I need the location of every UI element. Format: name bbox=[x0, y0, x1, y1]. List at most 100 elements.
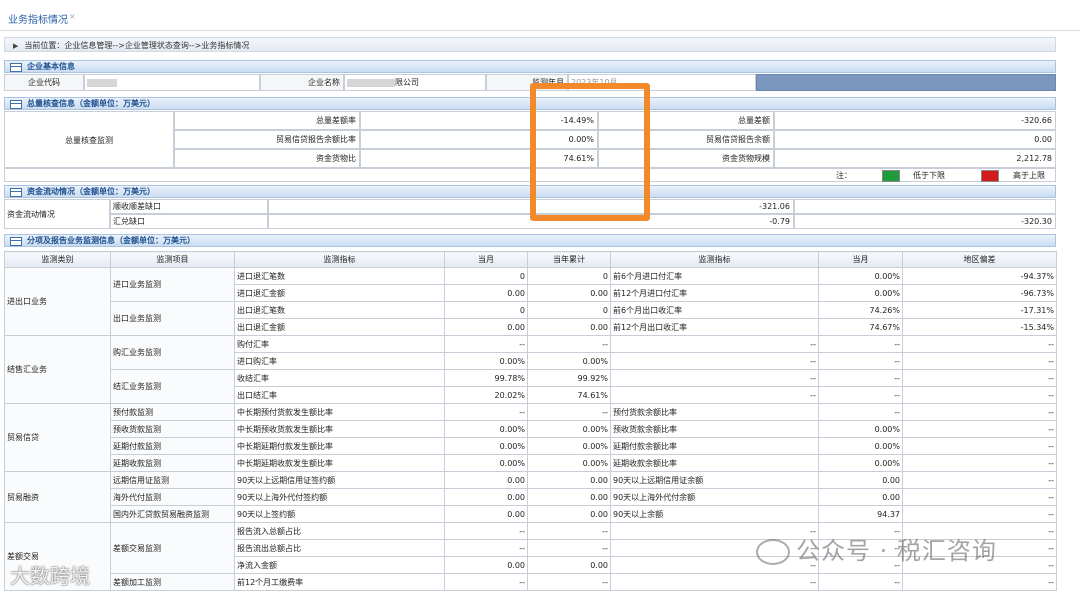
column-header: 当年累计 bbox=[527, 251, 611, 268]
project-cell: 进口业务监测 bbox=[110, 267, 235, 302]
year-total-cell: 0 bbox=[527, 267, 611, 285]
month2-value-cell: -- bbox=[818, 352, 903, 370]
month2-value-cell: -- bbox=[818, 386, 903, 404]
project-cell: 延期付款监测 bbox=[110, 437, 235, 455]
month2-value-cell: 0.00% bbox=[818, 454, 903, 472]
indicator2-cell: 预收货款余额比率 bbox=[610, 420, 819, 438]
month-value-cell: -- bbox=[444, 539, 528, 557]
header-fill bbox=[756, 74, 1056, 91]
month-value-cell: -- bbox=[444, 403, 528, 421]
table-row: 延期付款监测 中长期延期付款发生额比率 0.00% 0.00% 延期付款余额比率 0.00… bbox=[5, 437, 1057, 455]
month-value-cell: 0.00 bbox=[444, 318, 528, 336]
regional-deviation-cell: -- bbox=[902, 335, 1057, 353]
indicator2-cell: 前6个月出口收汇率 bbox=[610, 301, 819, 319]
month2-value-cell: -- bbox=[818, 335, 903, 353]
regional-deviation-cell: -- bbox=[902, 471, 1057, 489]
year-total-cell: 0.00 bbox=[527, 488, 611, 506]
year-total-cell: 0.00 bbox=[527, 505, 611, 523]
month-value-cell: 0.00 bbox=[444, 471, 528, 489]
month-value-cell: 0.00% bbox=[444, 437, 528, 455]
legend-note: 注： bbox=[836, 171, 852, 180]
project-cell: 国内外汇贷款贸易融资监测 bbox=[110, 505, 235, 523]
flow-item-name: 汇兑缺口 bbox=[110, 214, 268, 229]
year-total-cell: 99.92% bbox=[527, 369, 611, 387]
indicator-cell: 出口退汇笔数 bbox=[234, 301, 445, 319]
indicator2-cell: 前12个月进口付汇率 bbox=[610, 284, 819, 302]
indicator2-cell: 90天以上海外代付余额 bbox=[610, 488, 819, 506]
section-title: 资金流动情况（金额单位：万美元） bbox=[27, 187, 155, 196]
regional-deviation-cell: -17.31% bbox=[902, 301, 1057, 319]
table-row: 贸易信贷 预付款监测 中长期预付货款发生额比率 -- -- 预付货款余额比率 -- -- bbox=[4, 403, 1057, 472]
month-value-cell: 0.00 bbox=[444, 556, 528, 574]
close-icon[interactable]: × bbox=[69, 12, 76, 21]
indicator-cell: 出口退汇金额 bbox=[234, 318, 445, 336]
legend-low-swatch bbox=[882, 170, 900, 182]
indicator-cell: 90天以上海外代付签约额 bbox=[234, 488, 445, 506]
indicator2-cell: -- bbox=[610, 352, 819, 370]
month2-value-cell: -- bbox=[818, 369, 903, 387]
regional-deviation-cell: -96.73% bbox=[902, 284, 1057, 302]
month-value-cell: 99.78% bbox=[444, 369, 528, 387]
tab-business-indicators[interactable]: 业务指标情况× bbox=[8, 11, 76, 26]
year-total-cell: -- bbox=[527, 522, 611, 540]
table-row: 结汇业务监测 收结汇率 99.78% 99.92% -- -- -- bbox=[5, 369, 1057, 404]
month2-value-cell: 0.00% bbox=[818, 267, 903, 285]
indicator2-cell: 前6个月进口付汇率 bbox=[610, 267, 819, 285]
indicator2-cell: 90天以上余额 bbox=[610, 505, 819, 523]
total-indicator-label: 总量差额率 bbox=[174, 111, 360, 130]
table-row: 结售汇业务 购汇业务监测 购付汇率 -- -- -- -- -- bbox=[4, 335, 1057, 404]
total-indicator-value2: 0.00 bbox=[774, 130, 1056, 149]
detail-header-row: 监测类别 监测项目 监测指标 当月 当年累计 监测指标 当月 地区偏差 bbox=[4, 251, 1057, 268]
flow-item-right: -320.30 bbox=[794, 214, 1056, 229]
table-row: 进出口业务 进口业务监测 进口退汇笔数 0 0 前6个月进口付汇率 0.00% -94.37% bbox=[4, 267, 1057, 336]
category-cell: 结售汇业务 bbox=[4, 335, 111, 404]
section-title: 总量核查信息（金额单位：万美元） bbox=[27, 99, 155, 108]
table-row: 国内外汇贷款贸易融资监测 90天以上签约额 0.00 0.00 90天以上余额 94.37… bbox=[5, 505, 1057, 523]
redacted-block bbox=[87, 78, 117, 87]
indicator2-cell: -- bbox=[610, 573, 819, 591]
year-total-cell: -- bbox=[527, 335, 611, 353]
indicator2-cell: 延期收款余额比率 bbox=[610, 454, 819, 472]
legend-high-swatch bbox=[981, 170, 999, 182]
table-row: 出口业务监测 出口退汇笔数 0 0 前6个月出口收汇率 74.26% -17.31% bbox=[5, 301, 1057, 336]
regional-deviation-cell: -- bbox=[902, 369, 1057, 387]
breadcrumb-text: 当前位置：企业信息管理-->企业管理状态查询-->业务指标情况 bbox=[24, 41, 250, 50]
year-total-cell: 0.00 bbox=[527, 556, 611, 574]
month-value-cell: 0 bbox=[444, 267, 528, 285]
indicator-cell: 前12个月工缴费率 bbox=[234, 573, 445, 591]
table-row: 贸易融资 远期信用证监测 90天以上远期信用证签约额 0.00 0.00 90天以上远期信… bbox=[4, 471, 1057, 523]
indicator-cell: 中长期预付货款发生额比率 bbox=[234, 403, 445, 421]
indicator2-cell: -- bbox=[610, 369, 819, 387]
year-total-cell: 0 bbox=[527, 301, 611, 319]
indicator2-cell: 前12个月出口收汇率 bbox=[610, 318, 819, 336]
regional-deviation-cell: -- bbox=[902, 488, 1057, 506]
regional-deviation-cell: -- bbox=[902, 573, 1057, 591]
month2-value-cell: 0.00 bbox=[818, 488, 903, 506]
month-value-cell: -- bbox=[444, 573, 528, 591]
indicator-cell: 90天以上远期信用证签约额 bbox=[234, 471, 445, 489]
year-total-cell: -- bbox=[527, 573, 611, 591]
wechat-watermark: 公众号 · 税汇咨询 bbox=[756, 531, 997, 566]
indicator-cell: 中长期预收货款发生额比率 bbox=[234, 420, 445, 438]
indicator2-cell: -- bbox=[610, 335, 819, 353]
tab-label: 业务指标情况 bbox=[8, 15, 68, 26]
category-cell: 贸易信贷 bbox=[4, 403, 111, 472]
regional-deviation-cell: -94.37% bbox=[902, 267, 1057, 285]
project-cell: 预收货款监测 bbox=[110, 420, 235, 438]
wechat-icon bbox=[756, 539, 790, 565]
brand-watermark: 大数跨境 bbox=[10, 564, 90, 588]
total-indicator-label: 贸易信贷报告余额比率 bbox=[174, 130, 360, 149]
month2-value-cell: 94.37 bbox=[818, 505, 903, 523]
table-icon bbox=[10, 188, 22, 197]
year-total-cell: -- bbox=[527, 539, 611, 557]
code-value bbox=[84, 74, 260, 91]
table-row: 延期收款监测 中长期延期收款发生额比率 0.00% 0.00% 延期收款余额比率 0.00… bbox=[5, 454, 1057, 472]
indicator-cell: 进口退汇金额 bbox=[234, 284, 445, 302]
total-indicator-value2: 2,212.78 bbox=[774, 149, 1056, 168]
project-cell: 购汇业务监测 bbox=[110, 335, 235, 370]
indicator-cell: 进口退汇笔数 bbox=[234, 267, 445, 285]
year-total-cell: 0.00 bbox=[527, 284, 611, 302]
month-value-cell: 0.00% bbox=[444, 352, 528, 370]
year-total-cell: 0.00% bbox=[527, 352, 611, 370]
regional-deviation-cell: -15.34% bbox=[902, 318, 1057, 336]
